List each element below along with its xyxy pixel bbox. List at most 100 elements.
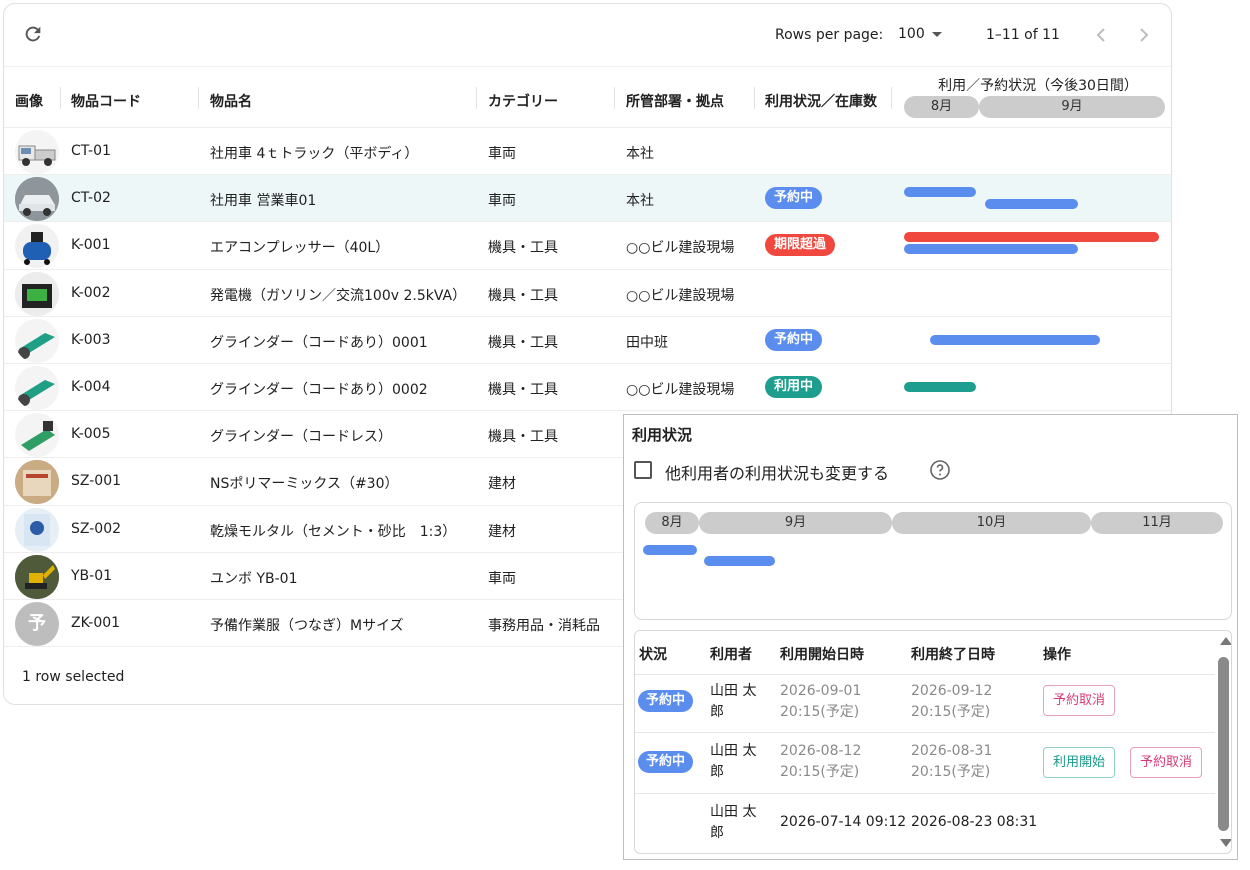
schedule-bar-in-use[interactable] bbox=[904, 381, 976, 392]
table-row[interactable]: CT-01 社用車 4ｔトラック（平ボディ） 車両 本社 bbox=[4, 128, 1171, 176]
item-thumbnail bbox=[15, 177, 59, 222]
scrollbar-thumb[interactable] bbox=[1218, 657, 1229, 831]
schedule-bar-reserved[interactable] bbox=[904, 244, 1078, 255]
record-end: 2026-08-31 20:15(予定) bbox=[911, 743, 993, 780]
pagination-range: 1–11 of 11 bbox=[986, 27, 1060, 43]
gantt-month-aug: 8月 bbox=[904, 96, 979, 118]
scrollbar[interactable] bbox=[1216, 631, 1231, 853]
selected-rows-count: 1 row selected bbox=[22, 669, 125, 685]
material-bag-icon bbox=[15, 460, 59, 505]
header-end: 利用終了日時 bbox=[911, 647, 995, 663]
item-name: グラインダー（コードあり）0001 bbox=[210, 334, 428, 351]
table-row-selected[interactable]: CT-02 社用車 営業車01 車両 本社 予約中 bbox=[4, 175, 1171, 223]
table-header: 画像 物品コード 物品名 カテゴリー 所管部署・拠点 利用状況／在庫数 利用／予… bbox=[4, 66, 1171, 128]
item-department: 本社 bbox=[626, 146, 654, 162]
cancel-reservation-button[interactable]: 予約取消 bbox=[1043, 685, 1116, 716]
chevron-left-icon[interactable] bbox=[1093, 26, 1109, 44]
grinder-icon bbox=[18, 332, 55, 359]
timeline-bar-reserved[interactable] bbox=[643, 545, 697, 555]
refresh-icon[interactable] bbox=[22, 23, 44, 45]
item-name: グラインダー（コードあり）0002 bbox=[210, 381, 428, 398]
column-header-schedule: 利用／予約状況（今後30日間） bbox=[938, 78, 1138, 94]
item-category: 機具・工具 bbox=[488, 240, 558, 257]
status-badge-overdue: 期限超過 bbox=[765, 234, 836, 257]
column-separator[interactable] bbox=[754, 87, 755, 109]
header-start: 利用開始日時 bbox=[780, 647, 864, 663]
mortar-bag-icon bbox=[24, 513, 50, 546]
column-header-department[interactable]: 所管部署・拠点 bbox=[626, 91, 724, 111]
header-status: 状況 bbox=[639, 647, 667, 663]
cancel-reservation-button[interactable]: 予約取消 bbox=[1130, 747, 1203, 778]
column-separator[interactable] bbox=[614, 87, 615, 109]
column-header-image[interactable]: 画像 bbox=[15, 91, 43, 111]
item-department: ○○ビル建設現場 bbox=[626, 240, 735, 257]
table-row[interactable]: K-002 発電機（ガソリン／交流100v 2.5kVA） 機具・工具 ○○ビル… bbox=[4, 270, 1171, 317]
column-separator[interactable] bbox=[476, 87, 477, 109]
schedule-bar-reserved[interactable] bbox=[930, 334, 1100, 345]
item-category: 機具・工具 bbox=[488, 334, 558, 351]
usage-timeline: 8月 9月 10月 11月 bbox=[634, 502, 1232, 620]
header-user: 利用者 bbox=[710, 647, 752, 663]
chevron-right-icon[interactable] bbox=[1136, 26, 1152, 44]
item-category: 機具・工具 bbox=[488, 381, 558, 398]
item-thumbnail bbox=[15, 271, 59, 316]
item-thumbnail bbox=[15, 130, 59, 174]
item-category: 建材 bbox=[488, 476, 516, 493]
usage-record-row: 予約中 山田 太郎 2026-09-01 20:15(予定) 2026-09-1… bbox=[635, 674, 1215, 732]
rows-per-page-select[interactable]: 100 bbox=[898, 26, 925, 42]
item-department: 本社 bbox=[626, 193, 654, 210]
column-header-code[interactable]: 物品コード bbox=[71, 91, 141, 111]
grinder-icon bbox=[18, 379, 55, 406]
column-separator[interactable] bbox=[891, 87, 892, 109]
item-thumbnail bbox=[15, 413, 59, 458]
column-header-category[interactable]: カテゴリー bbox=[488, 91, 558, 111]
column-header-name[interactable]: 物品名 bbox=[210, 91, 252, 111]
item-category: 事務用品・消耗品 bbox=[488, 617, 600, 634]
caret-down-icon[interactable] bbox=[932, 32, 942, 37]
start-usage-button[interactable]: 利用開始 bbox=[1043, 747, 1116, 778]
table-row[interactable]: K-004 グラインダー（コードあり）0002 機具・工具 ○○ビル建設現場 利… bbox=[4, 364, 1171, 412]
change-others-label[interactable]: 他利用者の利用状況も変更する bbox=[665, 460, 889, 484]
compressor-icon bbox=[23, 232, 51, 266]
item-name: グラインダー（コードレス） bbox=[210, 429, 392, 446]
status-badge-reserved: 予約中 bbox=[638, 751, 694, 773]
item-name: NSポリマーミックス（#30） bbox=[210, 476, 399, 493]
column-separator[interactable] bbox=[198, 87, 199, 109]
usage-record-row: 山田 太郎 2026-07-14 09:12 2026-08-23 08:31 bbox=[635, 793, 1215, 853]
change-others-checkbox[interactable] bbox=[634, 461, 652, 479]
record-user: 山田 太郎 bbox=[710, 804, 757, 841]
item-code: K-005 bbox=[71, 426, 111, 443]
usage-record-row: 予約中 山田 太郎 2026-08-12 20:15(予定) 2026-08-3… bbox=[635, 732, 1215, 793]
item-code: YB-01 bbox=[71, 567, 113, 584]
item-code: K-003 bbox=[71, 331, 111, 348]
timeline-month-nov: 11月 bbox=[1091, 512, 1223, 534]
schedule-bar-overdue[interactable] bbox=[904, 232, 1159, 243]
car-icon bbox=[15, 177, 59, 222]
item-code: CT-02 bbox=[71, 190, 111, 207]
record-start: 2026-07-14 09:12 bbox=[780, 814, 907, 830]
item-code: K-002 bbox=[71, 284, 111, 301]
status-badge-in-use: 利用中 bbox=[765, 375, 823, 398]
item-category: 建材 bbox=[488, 523, 516, 540]
item-department: 田中班 bbox=[626, 334, 668, 351]
item-category: 車両 bbox=[488, 570, 516, 587]
item-category: 機具・工具 bbox=[488, 287, 558, 304]
timeline-bar-reserved[interactable] bbox=[704, 556, 775, 566]
column-separator[interactable] bbox=[60, 87, 61, 109]
popup-title: 利用状況 bbox=[632, 426, 693, 444]
column-header-status[interactable]: 利用状況／在庫数 bbox=[765, 91, 877, 111]
help-circle-icon[interactable] bbox=[930, 460, 950, 480]
item-code: SZ-002 bbox=[71, 520, 122, 537]
schedule-bar-reserved[interactable] bbox=[985, 199, 1078, 210]
item-thumbnail bbox=[15, 554, 59, 599]
schedule-bar-reserved[interactable] bbox=[904, 187, 976, 198]
item-thumbnail bbox=[15, 318, 59, 363]
item-code: K-001 bbox=[71, 237, 111, 254]
record-start: 2026-08-12 20:15(予定) bbox=[780, 743, 862, 780]
table-row[interactable]: K-001 エアコンプレッサー（40L） 機具・工具 ○○ビル建設現場 期限超過 bbox=[4, 222, 1171, 270]
status-badge-reserved: 予約中 bbox=[638, 690, 694, 712]
scroll-down-arrow-icon[interactable] bbox=[1220, 839, 1231, 847]
item-name: 社用車 4ｔトラック（平ボディ） bbox=[210, 146, 419, 162]
scroll-up-arrow-icon[interactable] bbox=[1220, 637, 1231, 645]
table-row[interactable]: K-003 グラインダー（コードあり）0001 機具・工具 田中班 予約中 bbox=[4, 317, 1171, 364]
